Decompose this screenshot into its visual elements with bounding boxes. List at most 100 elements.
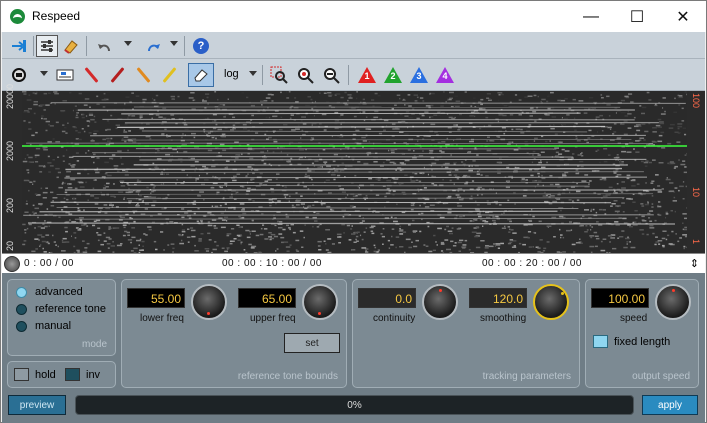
reference-tone-bounds-group: 55.00 lower freq 65.00 upper freq set re… bbox=[121, 279, 347, 388]
app-window: Respeed — ☐ ✕ ? log 1 2 3 4 20000 2000 2… bbox=[0, 0, 707, 423]
preview-button[interactable]: preview bbox=[8, 395, 66, 415]
spectrogram-view[interactable]: 20000 2000 200 20 100 10 1 0 : 00 / 00 0… bbox=[2, 84, 705, 273]
y-tick-label: 200 bbox=[5, 197, 15, 213]
time-label: 00 : 00 : 10 : 00 / 00 bbox=[222, 258, 322, 269]
y-tick-label: 20 bbox=[5, 240, 15, 251]
speed-knob[interactable] bbox=[655, 284, 691, 320]
apply-button[interactable]: apply bbox=[642, 395, 698, 415]
upper-freq-knob[interactable] bbox=[302, 284, 338, 320]
output-speed-group: 100.00 speed fixed length output speed bbox=[585, 279, 699, 388]
toolbar-separator bbox=[33, 36, 34, 56]
smoothing-knob[interactable] bbox=[533, 284, 569, 320]
mode-group: advanced reference tone manual mode bbox=[7, 279, 116, 356]
radio-indicator bbox=[16, 320, 27, 332]
checkbox-label: fixed length bbox=[614, 335, 671, 348]
checkbox-box bbox=[65, 368, 80, 381]
set-button[interactable]: set bbox=[284, 333, 340, 353]
redo-dropdown-icon[interactable] bbox=[170, 41, 178, 46]
clear-icon[interactable] bbox=[60, 35, 82, 57]
output-speed-title: output speed bbox=[632, 371, 690, 382]
radio-label: advanced bbox=[35, 286, 83, 298]
y-tick-label: 20000 bbox=[5, 83, 15, 109]
frequency-axis-left: 20000 2000 200 20 bbox=[2, 84, 22, 253]
window-title: Respeed bbox=[32, 9, 81, 23]
y-right-tick-label: 10 bbox=[691, 187, 701, 198]
continuity-input[interactable]: 0.0 bbox=[358, 288, 416, 308]
yellow-pen-icon[interactable] bbox=[158, 64, 180, 86]
view-mode-icon[interactable] bbox=[8, 64, 30, 86]
close-button[interactable]: ✕ bbox=[660, 1, 706, 32]
marker-3-icon[interactable]: 3 bbox=[408, 64, 430, 86]
y-tick-label: 2000 bbox=[5, 140, 15, 161]
upper-freq-label: upper freq bbox=[250, 313, 296, 324]
speed-label: speed bbox=[620, 313, 648, 324]
zoom-selection-icon[interactable] bbox=[268, 64, 290, 86]
toolbar-separator bbox=[184, 36, 185, 56]
radio-indicator bbox=[16, 303, 27, 315]
zoom-fit-icon[interactable] bbox=[294, 64, 316, 86]
undo-icon[interactable] bbox=[94, 35, 116, 57]
dark-red-pen-icon[interactable] bbox=[106, 64, 128, 86]
toolbar-separator bbox=[348, 65, 349, 85]
mode-group-title: mode bbox=[81, 339, 107, 350]
continuity-label: continuity bbox=[373, 313, 416, 324]
time-label: 0 : 00 / 00 bbox=[24, 258, 74, 269]
marker-2-icon[interactable]: 2 bbox=[382, 64, 404, 86]
hold-checkbox[interactable]: hold bbox=[14, 368, 56, 381]
pin-icon[interactable] bbox=[8, 35, 30, 57]
marker-4-icon[interactable]: 4 bbox=[434, 64, 456, 86]
eraser-icon[interactable] bbox=[188, 63, 214, 87]
vertical-zoom-icon[interactable]: ⇕ bbox=[690, 257, 699, 270]
fixed-length-checkbox[interactable]: fixed length bbox=[593, 335, 670, 348]
radio-label: manual bbox=[35, 320, 72, 332]
progress-bar: 0% bbox=[75, 395, 634, 415]
checkbox-box bbox=[14, 368, 29, 381]
time-label: 00 : 00 : 20 : 00 / 00 bbox=[482, 258, 582, 269]
tracking-parameters-title: tracking parameters bbox=[482, 371, 571, 382]
lower-freq-knob[interactable] bbox=[191, 284, 227, 320]
y-right-tick-label: 100 bbox=[691, 93, 701, 109]
spectrogram-toolbar: log 1 2 3 4 bbox=[2, 59, 705, 91]
smoothing-label: smoothing bbox=[480, 313, 527, 324]
view-mode-dropdown-icon[interactable] bbox=[40, 71, 48, 76]
maximize-button[interactable]: ☐ bbox=[614, 1, 660, 32]
spectrogram-image[interactable] bbox=[22, 91, 687, 253]
progress-text: 0% bbox=[347, 399, 362, 411]
frequency-axis-right: 100 10 1 bbox=[687, 91, 705, 253]
toolbar-separator bbox=[262, 65, 263, 85]
app-logo-icon bbox=[10, 9, 25, 24]
help-icon[interactable]: ? bbox=[190, 35, 212, 57]
scale-select-value: log bbox=[224, 68, 239, 80]
time-scroll-knob[interactable] bbox=[4, 256, 20, 272]
upper-freq-input[interactable]: 65.00 bbox=[238, 288, 296, 308]
checkbox-box bbox=[593, 335, 608, 348]
redo-icon[interactable] bbox=[142, 35, 164, 57]
lower-freq-input[interactable]: 55.00 bbox=[127, 288, 185, 308]
radio-label: reference tone bbox=[35, 303, 106, 315]
continuity-knob[interactable] bbox=[422, 284, 458, 320]
settings-icon[interactable] bbox=[36, 35, 58, 57]
reference-tone-bounds-title: reference tone bounds bbox=[237, 371, 338, 382]
undo-dropdown-icon[interactable] bbox=[124, 41, 132, 46]
minimize-button[interactable]: — bbox=[568, 1, 614, 32]
mode-reference-tone-radio[interactable]: reference tone bbox=[16, 303, 106, 315]
red-pen-icon[interactable] bbox=[80, 64, 102, 86]
toolbar-separator bbox=[86, 36, 87, 56]
checkbox-label: inv bbox=[86, 368, 101, 381]
main-toolbar: ? bbox=[2, 32, 705, 59]
mode-manual-radio[interactable]: manual bbox=[16, 320, 71, 332]
smoothing-input[interactable]: 120.0 bbox=[469, 288, 527, 308]
scale-dropdown-icon[interactable] bbox=[249, 71, 257, 76]
timeline-icon[interactable] bbox=[54, 64, 76, 86]
orange-pen-icon[interactable] bbox=[132, 64, 154, 86]
inv-checkbox[interactable]: inv bbox=[65, 368, 100, 381]
mode-advanced-radio[interactable]: advanced bbox=[16, 286, 83, 298]
speed-input[interactable]: 100.00 bbox=[591, 288, 649, 308]
options-group: hold inv bbox=[7, 361, 116, 388]
title-bar: Respeed — ☐ ✕ bbox=[1, 1, 706, 32]
zoom-out-icon[interactable] bbox=[320, 64, 342, 86]
lower-freq-label: lower freq bbox=[140, 313, 184, 324]
time-ruler[interactable]: 0 : 00 / 00 00 : 00 : 10 : 00 / 00 00 : … bbox=[2, 253, 705, 273]
y-right-tick-label: 1 bbox=[691, 239, 701, 245]
marker-1-icon[interactable]: 1 bbox=[356, 64, 378, 86]
